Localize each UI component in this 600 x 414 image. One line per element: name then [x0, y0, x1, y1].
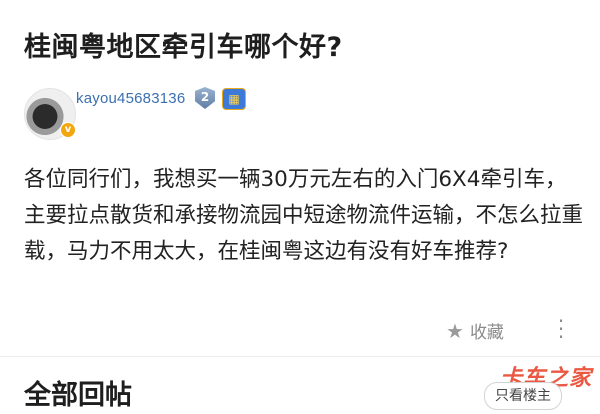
favorite-label: 收藏: [469, 323, 504, 343]
honor-badge-icon: ▦: [222, 88, 246, 110]
more-dots-icon[interactable]: · · ·: [554, 311, 568, 347]
divider: [0, 356, 600, 357]
star-icon: ★: [446, 318, 464, 343]
only-owner-button[interactable]: 只看楼主: [484, 382, 562, 410]
replies-section-title: 全部回帖: [24, 380, 132, 411]
post-title: 桂闽粤地区牵引车哪个好?: [24, 32, 343, 63]
verified-badge-icon: v: [60, 122, 76, 138]
author-row: v kayou45683136 2 ▦: [24, 86, 584, 142]
level-badge-icon: 2: [195, 87, 215, 109]
post-content: 各位同行们，我想买一辆30万元左右的入门6X4牵引车，主要拉点散货和承接物流园中…: [24, 167, 584, 264]
favorite-button[interactable]: ★ 收藏: [446, 318, 504, 344]
post-actions: ★ 收藏 · · ·: [446, 311, 586, 347]
author-username[interactable]: kayou45683136: [76, 90, 185, 107]
